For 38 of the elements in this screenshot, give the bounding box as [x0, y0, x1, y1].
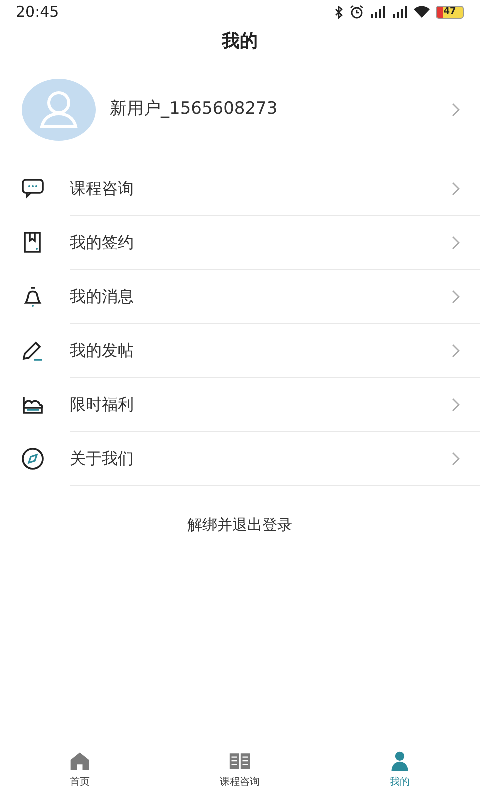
alarm-icon	[350, 5, 364, 19]
logout-button[interactable]: 解绑并退出登录	[188, 514, 292, 536]
nav-tab[interactable]: 首页	[0, 744, 160, 796]
bluetooth-icon	[335, 6, 344, 18]
chevron-right-icon	[452, 452, 460, 466]
signal-icon	[370, 6, 386, 18]
menu-item[interactable]: 我的发帖	[0, 324, 480, 378]
chevron-right-icon	[452, 344, 460, 358]
menu-label: 关于我们	[70, 448, 135, 470]
menu-label: 限时福利	[70, 394, 135, 416]
chevron-right-icon	[452, 398, 460, 412]
pencil-icon	[21, 339, 45, 363]
battery-indicator: 47	[436, 6, 464, 18]
menu-label: 我的发帖	[70, 340, 135, 362]
menu-label: 我的消息	[70, 286, 135, 308]
chevron-right-icon	[452, 236, 460, 250]
menu-label: 课程咨询	[70, 178, 135, 200]
menu-label: 我的签约	[70, 232, 135, 254]
home-icon	[68, 750, 92, 772]
page-title: 我的	[222, 30, 258, 54]
nav-tab[interactable]: 我的	[320, 744, 480, 796]
username: 新用户_1565608273	[110, 98, 279, 122]
menu-item[interactable]: 我的签约	[0, 216, 480, 270]
chevron-right-icon	[452, 182, 460, 196]
wifi-icon	[414, 6, 430, 18]
signal-icon	[392, 6, 408, 18]
nav-tab[interactable]: 课程咨询	[160, 744, 320, 796]
menu-item[interactable]: 限时福利	[0, 378, 480, 432]
chevron-right-icon	[452, 103, 460, 117]
chat-bubble-icon	[21, 177, 45, 201]
chevron-right-icon	[452, 290, 460, 304]
menu-item[interactable]: 关于我们	[0, 432, 480, 486]
menu-item[interactable]: 课程咨询	[0, 162, 480, 216]
menu-item[interactable]: 我的消息	[0, 270, 480, 324]
avatar-icon	[22, 79, 96, 141]
profile-row[interactable]: 新用户_1565608273	[0, 58, 480, 162]
compass-icon	[21, 447, 45, 471]
status-time: 20:45	[16, 2, 60, 23]
